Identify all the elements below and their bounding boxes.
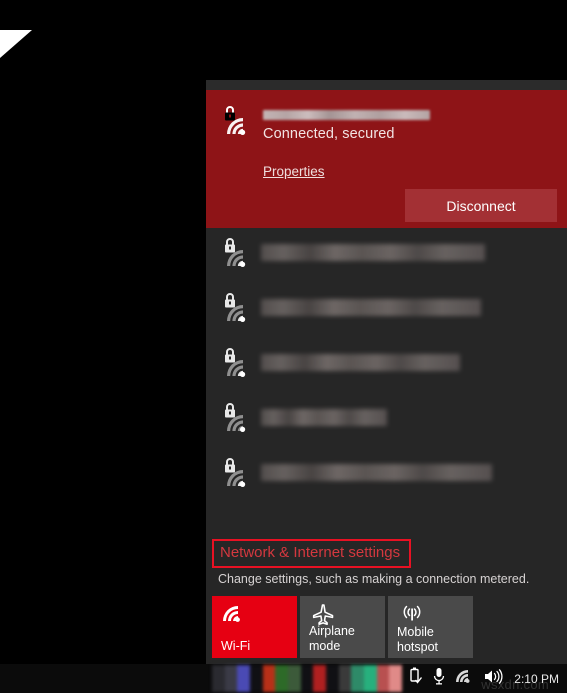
- connected-network-icons: [217, 104, 261, 144]
- properties-link[interactable]: Properties: [263, 164, 325, 179]
- tile-airplane-mode[interactable]: Airplane mode: [300, 596, 385, 658]
- tray-pixel: [262, 665, 276, 692]
- list-item[interactable]: [206, 454, 567, 509]
- network-ssid-redacted: [261, 409, 388, 426]
- list-item[interactable]: [206, 289, 567, 344]
- list-item[interactable]: [206, 344, 567, 399]
- wifi-signal-icon: [227, 470, 246, 487]
- connected-network-text: Connected, secured: [261, 104, 430, 143]
- tile-airplane-mode-label: Airplane mode: [309, 624, 355, 653]
- tile-mobile-hotspot[interactable]: Mobile hotspot: [388, 596, 473, 658]
- quick-action-tiles: Wi-Fi Airplane mode Mobile hotspot: [212, 596, 567, 658]
- wifi-signal-icon: [227, 415, 246, 432]
- wifi-signal-icon: [227, 250, 246, 267]
- tray-pixel: [364, 665, 377, 692]
- settings-link-highlight-box: Network & Internet settings: [212, 539, 412, 568]
- network-icons: [217, 401, 261, 441]
- list-item[interactable]: [206, 399, 567, 454]
- tray-pixel: [224, 665, 238, 692]
- usb-eject-icon[interactable]: [407, 667, 423, 690]
- network-ssid-redacted: [261, 354, 460, 371]
- lock-icon: [225, 106, 235, 121]
- available-networks-list: [206, 228, 567, 539]
- lock-and-wifi-icon: [225, 293, 246, 322]
- tray-pixel: [389, 665, 403, 692]
- network-ssid-redacted: [261, 299, 482, 316]
- wifi-signal-icon: [222, 603, 248, 630]
- volume-icon[interactable]: [483, 668, 503, 690]
- connected-status-label: Connected, secured: [263, 126, 395, 142]
- tile-wifi[interactable]: Wi-Fi: [212, 596, 297, 658]
- settings-description: Change settings, such as making a connec…: [218, 572, 530, 586]
- lock-icon: [225, 348, 235, 363]
- network-ssid-redacted: [261, 464, 493, 481]
- tray-icons: 2:10 PM: [407, 664, 559, 693]
- tray-pixel: [376, 665, 390, 692]
- connected-network-card[interactable]: Connected, secured Properties Disconnect: [206, 90, 567, 228]
- wifi-signal-icon: [227, 118, 246, 135]
- tray-pixel: [212, 665, 225, 692]
- lock-and-wifi-icon: [225, 106, 246, 135]
- network-icons: [217, 291, 261, 331]
- lock-icon: [225, 238, 235, 253]
- lock-icon: [225, 293, 235, 308]
- network-icons: [217, 456, 261, 496]
- connected-network-row: Connected, secured: [206, 104, 567, 144]
- wifi-signal-icon: [227, 360, 246, 377]
- wifi-signal-icon: [227, 305, 246, 322]
- lock-icon: [225, 458, 235, 473]
- network-icons: [217, 236, 261, 276]
- tile-mobile-hotspot-label: Mobile hotspot: [397, 625, 439, 654]
- network-ssid-redacted: [261, 244, 485, 261]
- tray-pixel: [237, 665, 251, 692]
- wifi-signal-icon[interactable]: [455, 668, 474, 690]
- lock-and-wifi-icon: [225, 403, 246, 432]
- network-icons: [217, 346, 261, 386]
- tray-pixel: [351, 665, 365, 692]
- settings-footer: Network & Internet settings Change setti…: [206, 539, 567, 664]
- lock-and-wifi-icon: [225, 458, 246, 487]
- tray-pixel: [300, 665, 314, 692]
- tray-pixel: [326, 665, 339, 692]
- disconnect-button[interactable]: Disconnect: [405, 189, 557, 222]
- tray-pixel: [313, 665, 327, 692]
- tray-pixel: [250, 665, 263, 692]
- tray-pixel: [338, 665, 352, 692]
- tray-pixel: [288, 665, 301, 692]
- list-item[interactable]: [206, 234, 567, 289]
- lock-and-wifi-icon: [225, 348, 246, 377]
- lock-icon: [225, 403, 235, 418]
- page-corner-icon: [0, 30, 32, 58]
- microphone-icon[interactable]: [432, 667, 446, 690]
- flyout-top-strip: [206, 80, 567, 90]
- tray-pixel: [275, 665, 289, 692]
- connected-ssid-redacted: [263, 110, 430, 120]
- taskbar: 2:10 PM wsxdn.com: [0, 664, 567, 693]
- lock-and-wifi-icon: [225, 238, 246, 267]
- taskbar-clock[interactable]: 2:10 PM: [514, 672, 559, 686]
- tray-pixelated-icons: [212, 665, 403, 692]
- wifi-flyout-panel: Connected, secured Properties Disconnect: [206, 80, 567, 664]
- tile-wifi-label: Wi-Fi: [221, 639, 251, 653]
- network-internet-settings-link[interactable]: Network & Internet settings: [220, 544, 400, 561]
